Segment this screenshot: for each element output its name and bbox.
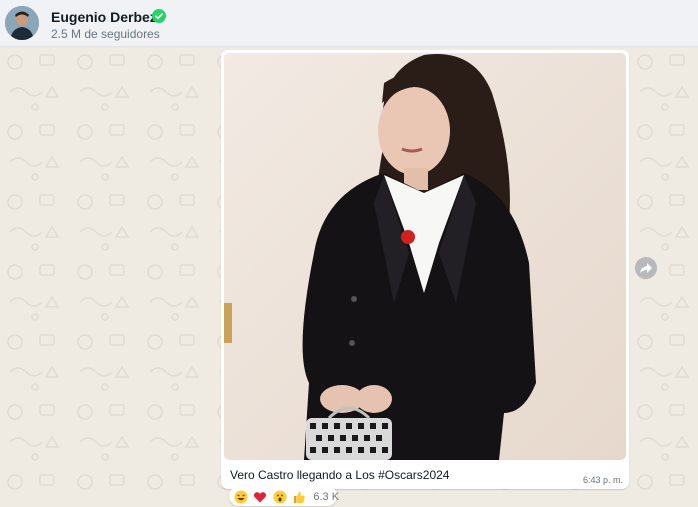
- laughing-face-icon: [234, 490, 248, 504]
- channel-header: Eugenio Derbez 2.5 M de seguidores: [0, 0, 698, 47]
- verified-check-icon: [152, 9, 166, 23]
- message-photo[interactable]: [224, 53, 626, 460]
- reactions-bar[interactable]: 6.3 K: [229, 486, 340, 506]
- message-bubble[interactable]: Vero Castro llegando a Los #Oscars2024 6…: [221, 50, 629, 489]
- message-caption: Vero Castro llegando a Los #Oscars2024: [230, 468, 450, 482]
- follower-count: 2.5 M de seguidores: [51, 27, 160, 41]
- channel-name[interactable]: Eugenio Derbez: [51, 9, 157, 25]
- thumbs-up-icon: [294, 491, 305, 503]
- channel-avatar[interactable]: [5, 6, 39, 40]
- forward-arrow-icon: [640, 263, 652, 273]
- message-timestamp: 6:43 p. m.: [582, 475, 623, 485]
- forward-button[interactable]: [635, 257, 657, 279]
- red-heart-icon: [254, 491, 267, 503]
- surprised-face-icon: [273, 490, 287, 504]
- reaction-count: 6.3 K: [313, 490, 340, 503]
